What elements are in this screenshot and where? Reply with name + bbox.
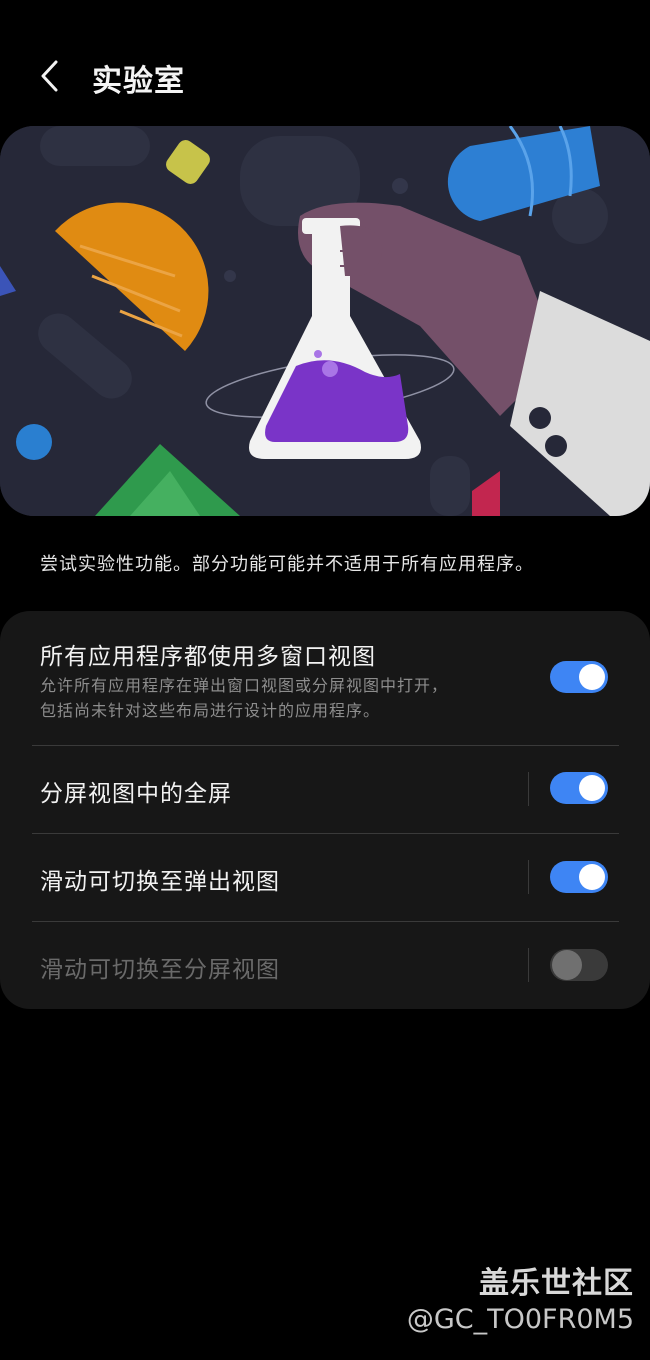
blue-dot-shape [16,424,52,460]
page-description: 尝试实验性功能。部分功能可能并不适用于所有应用程序。 [40,554,534,575]
vertical-separator [528,772,529,806]
toggle-knob [552,950,582,980]
watermark-user: @GC_TO0FR0M5 [406,1304,634,1335]
sleeve-button-shape [529,407,551,429]
setting-row-swipe-split: 滑动可切换至分屏视图 [0,922,650,1009]
setting-row-swipe-popup[interactable]: 滑动可切换至弹出视图 [0,834,650,921]
toggle-knob [579,864,605,890]
bg-pill-shape [40,126,150,166]
bg-pill-shape [430,456,470,516]
bg-dot-shape [224,270,236,282]
chevron-left-icon [41,60,58,92]
flask-bubble-shape [322,361,338,377]
lab-illustration [0,126,650,516]
back-button[interactable] [26,50,74,102]
toggle-knob [579,664,605,690]
setting-subtitle-line1: 允许所有应用程序在弹出窗口视图或分屏视图中打开， [40,676,449,695]
setting-row-multiwindow-all-apps[interactable]: 所有应用程序都使用多窗口视图 允许所有应用程序在弹出窗口视图或分屏视图中打开， … [0,611,650,745]
setting-row-fullscreen-split[interactable]: 分屏视图中的全屏 [0,746,650,833]
vertical-separator [528,860,529,894]
vertical-separator [528,948,529,982]
toggle-knob [579,775,605,801]
app-header: 实验室 [0,40,650,116]
toggle-switch-disabled [550,949,608,981]
page-title: 实验室 [92,64,185,99]
setting-title: 滑动可切换至分屏视图 [40,957,280,983]
toggle-switch[interactable] [550,772,608,804]
setting-title: 所有应用程序都使用多窗口视图 [40,644,376,670]
setting-subtitle-line2: 包括尚未针对这些布局进行设计的应用程序。 [40,701,381,720]
setting-title: 分屏视图中的全屏 [40,781,232,807]
setting-title: 滑动可切换至弹出视图 [40,869,280,895]
settings-card: 所有应用程序都使用多窗口视图 允许所有应用程序在弹出窗口视图或分屏视图中打开， … [0,611,650,1009]
watermark-brand: 盖乐世社区 [479,1266,634,1301]
bg-dot-shape [392,178,408,194]
flask-bubble-shape [314,350,322,358]
toggle-switch[interactable] [550,861,608,893]
toggle-switch[interactable] [550,661,608,693]
sleeve-button-shape [545,435,567,457]
